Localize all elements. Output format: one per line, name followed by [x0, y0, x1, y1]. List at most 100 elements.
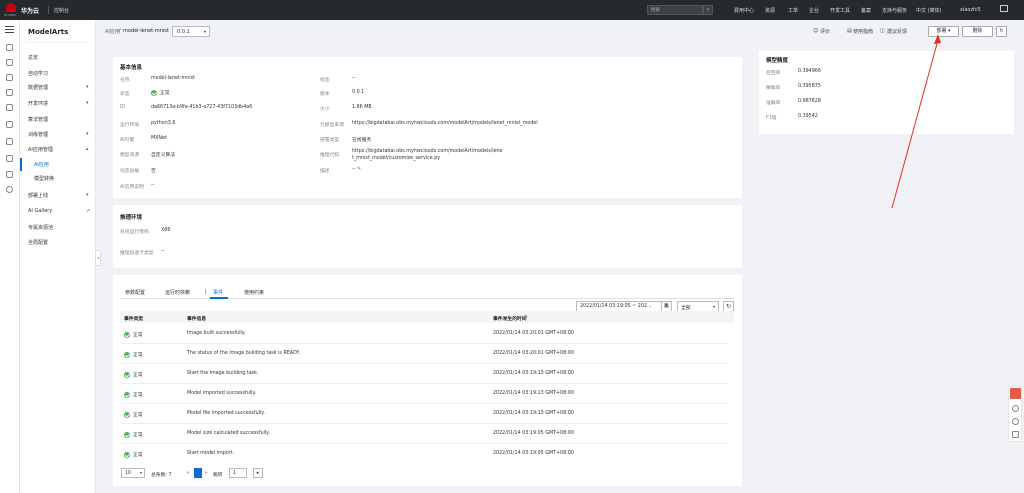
nav-item-dev-env[interactable]: 开发环境 [28, 100, 48, 107]
nav-item-ai-app-mgmt[interactable]: AI应用管理 [28, 146, 53, 153]
table-header [120, 311, 734, 323]
nav-item-data[interactable]: 数据管理 [28, 84, 48, 91]
service-title: ModelArts [28, 28, 69, 36]
delete-button[interactable]: 删除 [962, 26, 993, 37]
breadcrumb-separator: / [119, 28, 121, 34]
help-icon[interactable] [1012, 405, 1019, 412]
nav-item-overview[interactable]: 总览 [28, 54, 38, 61]
service-icon[interactable] [6, 138, 13, 145]
modelarts-nav: ModelArts 总览 自动学习 数据管理 ▾ 开发环境 ▾ 算法管理 训练管… [20, 20, 96, 493]
service-icon[interactable] [6, 44, 13, 51]
metric-label: F1值 [766, 116, 777, 121]
console-link[interactable]: 控制台 [54, 7, 69, 14]
breadcrumb-current: model-lenet-mnist [123, 28, 169, 34]
tab-constraints[interactable]: 使用约束 [244, 289, 264, 296]
brand-name[interactable]: 华为云 [21, 6, 39, 15]
nav-user[interactable]: xiaozhi5 [960, 7, 981, 13]
tab-runtime-deps[interactable]: 运行时依赖 [165, 289, 190, 296]
nav-item-ai-gallery[interactable]: AI Gallery [28, 208, 52, 214]
current-page-indicator[interactable] [194, 468, 202, 478]
service-icon[interactable] [6, 74, 13, 81]
nav-billing[interactable]: 费用中心 [734, 7, 754, 14]
nav-support[interactable]: 支持与服务 [882, 7, 907, 14]
field-label: 模型来源 [120, 153, 140, 158]
edit-icon[interactable]: ✎ [357, 167, 361, 172]
nav-tickets[interactable]: 工单 [788, 7, 798, 14]
version-select[interactable]: 0.0.1 ▾ [172, 26, 210, 37]
meta-model-source-link[interactable]: https://bigdatabai.obs.myhwclouds.com/mo… [352, 121, 538, 126]
nav-item-ai-apps[interactable]: AI应用 [34, 161, 49, 168]
service-icon[interactable] [6, 104, 13, 111]
column-header-type: 事件类型 [124, 317, 144, 322]
event-type-cell: 正常 [124, 431, 143, 438]
rate-icon[interactable]: ☺ [813, 28, 818, 34]
arrow-head [934, 34, 941, 44]
chevron-down-icon: ▾ [86, 131, 89, 137]
service-icon[interactable] [6, 155, 13, 162]
tab-params[interactable]: 参数配置 [125, 289, 145, 296]
size-value: 1.66 MB [352, 105, 372, 110]
inference-code-link[interactable]: https://bigdatabai.obs.myhwclouds.com/mo… [352, 149, 503, 154]
prev-page-icon[interactable]: ◂ [186, 469, 189, 476]
collapse-nav-button[interactable]: ◂ [95, 250, 101, 266]
page-size-select[interactable]: 10 ▾ [121, 468, 145, 478]
service-chat-icon[interactable] [1010, 388, 1021, 399]
next-page-icon[interactable]: ▸ [205, 469, 208, 476]
service-icon[interactable] [6, 121, 13, 128]
nav-item-algorithms[interactable]: 算法管理 [28, 116, 48, 123]
event-time-cell: 2022/01/14 03:19:13 GMT+08:00 [493, 371, 574, 376]
check-circle-icon [124, 451, 130, 458]
description-text: -- [352, 167, 356, 172]
field-label: 运行环境 [120, 123, 140, 128]
sort-icon[interactable]: ⇅ [524, 315, 528, 320]
tab-events[interactable]: 事件 [213, 289, 223, 296]
nav-item-auto-learning[interactable]: 自动学习 [28, 70, 48, 77]
message-icon[interactable] [1000, 5, 1008, 12]
event-type-text: 正常 [133, 433, 143, 438]
menu-icon[interactable] [5, 26, 14, 33]
rate-link[interactable]: 评价 [820, 28, 830, 35]
nav-item-model-convert[interactable]: 模型转换 [34, 175, 54, 182]
support-icon[interactable] [1012, 418, 1019, 425]
service-icon[interactable] [6, 89, 13, 96]
goto-label: 跳转 [213, 473, 223, 478]
huawei-logo[interactable] [6, 3, 16, 12]
nav-language[interactable]: 中文 (简体) [916, 7, 942, 14]
goto-button[interactable]: ▸ [253, 468, 263, 478]
search-icon[interactable]: ⌕ [703, 5, 713, 15]
nav-dev-tools[interactable]: 开发工具 [830, 7, 850, 14]
document-icon[interactable] [1012, 431, 1019, 438]
status-text: 正常 [160, 91, 170, 96]
refresh-icon[interactable]: ↻ [996, 26, 1007, 37]
nav-item-global-config[interactable]: 全局配置 [28, 239, 48, 246]
service-icon-sidebar [0, 20, 20, 493]
search-input[interactable]: 搜索 [647, 5, 703, 15]
source-value: 自定义算法 [151, 153, 175, 158]
chevron-down-icon: ▾ [86, 84, 89, 90]
arrow-line [891, 39, 939, 209]
inference-code-link-cont[interactable]: t_mnist_model/customize_service.py [352, 156, 440, 161]
date-range-value: 2022/01/14 03:19:05 ~ 202... [580, 304, 652, 309]
nav-resources[interactable]: 资源 [765, 7, 775, 14]
deploy-type-value: 在线服务 [352, 138, 372, 143]
goto-page-input[interactable]: 1 [229, 468, 247, 478]
event-info-cell: Start the image building task. [187, 371, 259, 376]
nav-item-resource-pool[interactable]: 专属资源池 [28, 224, 53, 231]
service-icon[interactable] [6, 186, 13, 193]
nav-icp[interactable]: 备案 [861, 7, 871, 14]
guide-link[interactable]: 使用指南 [853, 28, 873, 35]
event-type-cell: 正常 [124, 331, 143, 338]
model-id: da66713a-b9fe-41b3-a727-43f7103db4a6 [151, 105, 253, 110]
nav-item-deploy[interactable]: 部署上线 [28, 192, 48, 199]
basic-info-card: 基本信息 名称 model-lenet-mnist 状态 正常 ID da667… [113, 57, 742, 198]
service-icon[interactable] [6, 59, 13, 66]
guide-icon[interactable]: ▤ [847, 28, 852, 34]
service-icon[interactable] [6, 171, 13, 178]
event-type-text: 正常 [133, 413, 143, 418]
breadcrumb-parent[interactable]: AI应用 [105, 28, 120, 35]
nav-enterprise[interactable]: 企业 [809, 7, 819, 14]
column-header-time: 事件发生的时间 [493, 317, 527, 322]
active-indicator [20, 158, 22, 171]
nav-item-training[interactable]: 训练管理 [28, 131, 48, 138]
card-title: 推理环境 [120, 215, 143, 221]
